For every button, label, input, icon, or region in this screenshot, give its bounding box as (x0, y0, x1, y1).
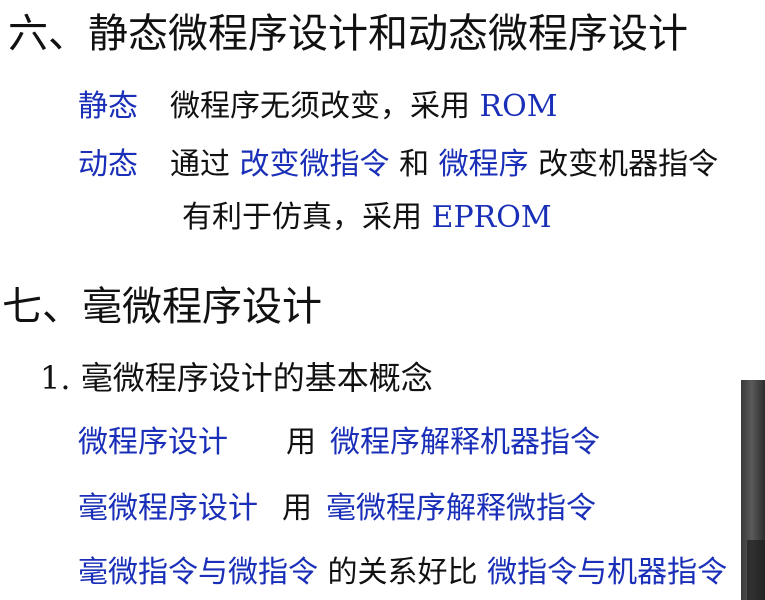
dynamic-line: 动态 通过 改变微指令 和 微程序 改变机器指令 (78, 150, 718, 180)
row3-b: 微指令与机器指令 (487, 555, 728, 590)
dynamic-line-2: 有利于仿真，采用 EPROM (182, 203, 552, 233)
dynamic-highlight-1: 改变微指令 (239, 147, 390, 182)
row1-verb: 用 (286, 425, 316, 460)
dynamic-text-3: 改变机器指令 (528, 147, 719, 182)
dynamic-line2-highlight: EPROM (431, 200, 552, 235)
section7-title: 七、毫微程序设计 (2, 284, 322, 330)
row2-object: 毫微程序解释微指令 (326, 491, 596, 526)
dynamic-text-2: 和 (389, 147, 439, 182)
row1-object: 微程序解释机器指令 (330, 425, 600, 460)
static-highlight: ROM (479, 89, 558, 124)
section7-subtitle: 1. 毫微程序设计的基本概念 (40, 359, 433, 397)
webcam-overlay (741, 380, 765, 600)
row-3: 毫微指令与微指令 的关系好比 微指令与机器指令 (78, 558, 727, 588)
static-line: 静态 微程序无须改变，采用 ROM (78, 92, 557, 122)
webcam-shade (747, 540, 765, 600)
dynamic-highlight-2: 微程序 (438, 147, 529, 182)
dynamic-label: 动态 (78, 147, 138, 182)
static-label: 静态 (78, 89, 138, 124)
dynamic-line2-text: 有利于仿真，采用 (182, 200, 432, 235)
row-2: 毫微程序设计用毫微程序解释微指令 (78, 494, 596, 524)
row2-verb: 用 (282, 491, 312, 526)
row3-mid: 的关系好比 (318, 555, 488, 590)
dynamic-text-1: 通过 (170, 147, 240, 182)
static-text: 微程序无须改变，采用 (170, 89, 480, 124)
row2-label: 毫微程序设计 (78, 491, 258, 526)
slide: 六、静态微程序设计和动态微程序设计 静态 微程序无须改变，采用 ROM 动态 通过 … (0, 0, 765, 600)
row3-a: 毫微指令与微指令 (78, 555, 318, 590)
row-1: 微程序设计 用微程序解释机器指令 (78, 428, 600, 458)
row1-label: 微程序设计 (78, 425, 228, 460)
section6-title: 六、静态微程序设计和动态微程序设计 (8, 11, 688, 57)
